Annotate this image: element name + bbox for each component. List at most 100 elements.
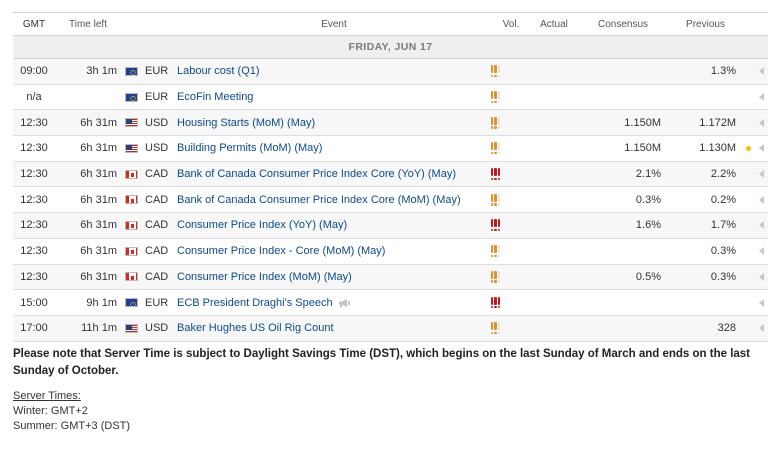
event-cell: Bank of Canada Consumer Price Index Core… xyxy=(175,194,491,206)
event-currency: USD xyxy=(145,116,169,129)
volatility-indicator-icon xyxy=(491,270,501,283)
expand-cell xyxy=(754,67,768,76)
header-volatility: Vol. xyxy=(502,18,520,30)
event-row[interactable]: 17:00 11h 1m USD Baker Hughes US Oil Rig Co… xyxy=(13,315,768,342)
event-consensus: 0.3% xyxy=(635,193,661,206)
server-time-summer: Summer: GMT+3 (DST) xyxy=(13,420,131,432)
header-previous: Previous xyxy=(686,18,725,30)
volatility-indicator-icon xyxy=(491,168,501,180)
header-event: Event xyxy=(321,18,347,30)
ca-flag-icon xyxy=(124,169,138,179)
event-cell: Labour cost (Q1) xyxy=(175,65,491,77)
event-name-link[interactable]: ECB President Draghi's Speech xyxy=(177,297,333,309)
server-time-winter: Winter: GMT+2 xyxy=(13,405,88,417)
expand-arrow-icon[interactable] xyxy=(758,170,764,179)
event-gmt-time: 15:00 xyxy=(20,296,48,309)
event-gmt-time: 09:00 xyxy=(20,65,48,78)
volatility-cell xyxy=(491,296,531,309)
event-flag xyxy=(121,118,141,128)
expand-arrow-icon[interactable] xyxy=(758,118,764,127)
event-row[interactable]: 12:30 6h 31m CAD Consumer Price Index (MoM)… xyxy=(13,264,768,291)
event-row[interactable]: 09:00 3h 1m EUR Labour cost (Q1) 1.3% xyxy=(13,59,768,85)
event-previous: 0.3% xyxy=(710,245,736,258)
event-name-link[interactable]: Bank of Canada Consumer Price Index Core… xyxy=(177,194,461,206)
event-consensus: 1.150M xyxy=(624,142,661,155)
event-gmt-time: n/a xyxy=(26,91,42,104)
expand-cell xyxy=(754,144,768,153)
event-name-link[interactable]: Bank of Canada Consumer Price Index Core… xyxy=(177,168,456,180)
ca-flag-icon xyxy=(124,220,138,230)
expand-arrow-icon[interactable] xyxy=(758,247,764,256)
event-row[interactable]: 12:30 6h 31m CAD Bank of Canada Consumer Pr… xyxy=(13,187,768,214)
us-flag-icon xyxy=(124,143,138,153)
event-consensus: 0.5% xyxy=(635,270,661,283)
header-actual: Actual xyxy=(540,18,568,30)
event-row[interactable]: 12:30 6h 31m USD Housing Starts (MoM) (May)… xyxy=(13,110,768,137)
header-consensus: Consensus xyxy=(597,18,649,30)
event-row[interactable]: 12:30 6h 31m CAD Consumer Price Index (YoY)… xyxy=(13,213,768,239)
event-previous: 1.3% xyxy=(710,65,736,78)
event-name-link[interactable]: Housing Starts (MoM) (May) xyxy=(177,117,315,129)
event-row[interactable]: 12:30 6h 31m CAD Consumer Price Index - Cor… xyxy=(13,238,768,265)
event-name-link[interactable]: Consumer Price Index (MoM) (May) xyxy=(177,271,352,283)
event-gmt-time: 12:30 xyxy=(20,116,48,129)
volatility-indicator-icon xyxy=(491,322,501,335)
event-row[interactable]: n/a EUR EcoFin Meeting xyxy=(13,84,768,111)
event-name-link[interactable]: Labour cost (Q1) xyxy=(177,65,260,77)
eu-flag-icon xyxy=(124,298,138,308)
event-name-link[interactable]: Baker Hughes US Oil Rig Count xyxy=(177,322,334,334)
event-name-link[interactable]: Consumer Price Index - Core (MoM) (May) xyxy=(177,245,385,257)
event-name-link[interactable]: Building Permits (MoM) (May) xyxy=(177,142,322,154)
expand-arrow-icon[interactable] xyxy=(758,144,764,153)
event-row[interactable]: 12:30 6h 31m USD Building Permits (MoM) (Ma… xyxy=(13,136,768,162)
event-consensus: 1.6% xyxy=(635,219,661,232)
calendar-header-row: GMT Time left Event Vol. Actual Consensu… xyxy=(13,13,768,36)
event-gmt-time: 12:30 xyxy=(20,168,48,181)
expand-arrow-icon[interactable] xyxy=(758,272,764,281)
event-name-link[interactable]: EcoFin Meeting xyxy=(177,91,253,103)
event-flag xyxy=(121,92,141,102)
eu-flag-icon xyxy=(124,92,138,102)
event-row[interactable]: 12:30 6h 31m CAD Bank of Canada Consumer Pr… xyxy=(13,161,768,188)
volatility-cell xyxy=(491,219,531,232)
volatility-cell xyxy=(491,142,531,155)
expand-arrow-icon[interactable] xyxy=(758,195,764,204)
server-times: Server Times: Winter: GMT+2 Summer: GMT+… xyxy=(13,389,130,434)
volatility-cell xyxy=(491,91,531,103)
event-previous: 0.2% xyxy=(710,193,736,206)
economic-calendar: GMT Time left Event Vol. Actual Consensu… xyxy=(13,12,768,342)
event-currency: CAD xyxy=(145,245,169,258)
event-gmt-time: 12:30 xyxy=(20,193,48,206)
event-row[interactable]: 15:00 9h 1m EUR ECB President Draghi's Spee… xyxy=(13,290,768,316)
event-time-left: 6h 31m xyxy=(80,219,117,232)
expand-cell xyxy=(754,118,768,127)
event-cell: EcoFin Meeting xyxy=(175,91,491,103)
expand-arrow-icon[interactable] xyxy=(758,298,764,307)
event-currency: USD xyxy=(145,142,169,155)
event-currency: USD xyxy=(145,322,169,335)
eu-flag-icon xyxy=(124,66,138,76)
event-previous: 1.130M xyxy=(699,142,736,155)
header-time-left: Time left xyxy=(69,18,107,30)
event-currency: EUR xyxy=(145,91,169,104)
expand-arrow-icon[interactable] xyxy=(758,67,764,76)
expand-arrow-icon[interactable] xyxy=(758,221,764,230)
ca-flag-icon xyxy=(124,195,138,205)
event-time-left: 6h 31m xyxy=(80,245,117,258)
expand-cell xyxy=(754,298,768,307)
event-time-left: 9h 1m xyxy=(86,296,117,309)
event-flag xyxy=(121,220,141,230)
ca-flag-icon xyxy=(124,246,138,256)
speech-megaphone-icon xyxy=(338,298,351,308)
volatility-indicator-icon xyxy=(491,193,501,206)
volatility-cell xyxy=(491,270,531,283)
expand-arrow-icon[interactable] xyxy=(758,324,764,333)
event-gmt-time: 12:30 xyxy=(20,270,48,283)
expand-cell xyxy=(754,324,768,333)
volatility-cell xyxy=(491,65,531,78)
event-time-left: 6h 31m xyxy=(80,270,117,283)
event-rows: 09:00 3h 1m EUR Labour cost (Q1) 1.3% n/a EUR E… xyxy=(13,59,768,342)
event-name-link[interactable]: Consumer Price Index (YoY) (May) xyxy=(177,219,347,231)
expand-arrow-icon[interactable] xyxy=(758,93,764,102)
event-time-left: 6h 31m xyxy=(80,193,117,206)
